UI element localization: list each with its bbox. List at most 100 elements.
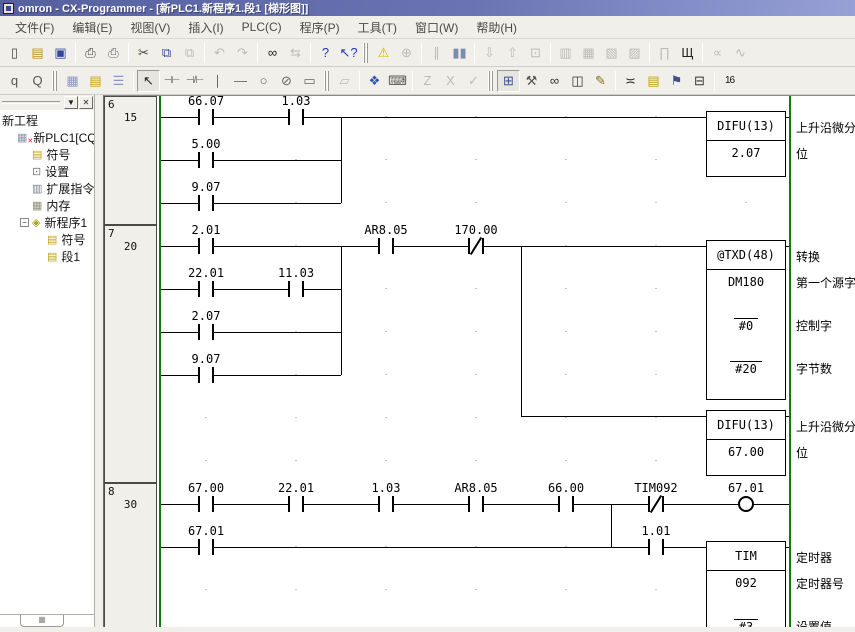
menu-item-7[interactable]: 窗口(W) [406, 16, 467, 39]
menu-item-0[interactable]: 文件(F) [6, 16, 63, 39]
contact-normally-open[interactable] [198, 238, 214, 254]
help-button[interactable]: ? [314, 42, 337, 64]
contact-normally-open[interactable] [378, 238, 394, 254]
open-button[interactable]: ▤ [26, 42, 49, 64]
tree-item-新程序1-6[interactable]: −◈新程序1 [0, 214, 94, 231]
instruction-operand[interactable]: #3 [707, 619, 785, 627]
cross-reference-report-button[interactable]: ◫ [566, 70, 589, 92]
contact-normally-open[interactable] [558, 496, 574, 512]
contact-normally-open[interactable] [288, 281, 304, 297]
save-button[interactable]: ▣ [49, 42, 72, 64]
instruction-operand[interactable]: #0 [707, 318, 785, 333]
instruction-operand[interactable]: 092 [707, 576, 785, 590]
instruction-box-TIM[interactable]: TIM092#3 [706, 541, 786, 627]
tree-expander-icon[interactable]: − [20, 218, 29, 227]
rung-margin-8[interactable]: 830 [104, 483, 157, 627]
instruction-operand[interactable]: #20 [707, 361, 785, 376]
workspace-close-button[interactable]: ✕ [79, 96, 93, 109]
contact-normally-open[interactable] [198, 496, 214, 512]
rung-margin-6[interactable]: 615 [104, 96, 157, 225]
contact-normally-closed[interactable] [468, 238, 484, 254]
contact-open-button[interactable]: ⊣⊢ [160, 70, 183, 92]
instruction-box-button[interactable]: ▭ [298, 70, 321, 92]
nc-slash [650, 495, 662, 513]
workspace-dropdown-button[interactable]: ▼ [64, 96, 78, 109]
properties-window-button[interactable]: ✎ [589, 70, 612, 92]
rung-annotation-list-button[interactable]: ☰ [107, 70, 130, 92]
menu-item-3[interactable]: 插入(I) [179, 16, 232, 39]
watch-window-button[interactable]: ∞ [543, 70, 566, 92]
find-button[interactable]: ∞ [261, 42, 284, 64]
ladder-wire [159, 203, 341, 204]
time-chart-monitor-button[interactable]: Щ [676, 42, 699, 64]
print-button[interactable]: ⎙ [79, 42, 102, 64]
new-button[interactable]: ▯ [3, 42, 26, 64]
zoom-in-button[interactable]: Q [26, 70, 49, 92]
contact-normally-open[interactable] [198, 109, 214, 125]
contact-normally-closed[interactable] [648, 496, 664, 512]
contact-normally-open[interactable] [198, 195, 214, 211]
instruction-operand[interactable]: 2.07 [707, 146, 785, 160]
operand-label: 2.07 [170, 309, 242, 323]
tree-item-符号-2[interactable]: ▤符号 [0, 146, 94, 163]
contact-normally-open[interactable] [648, 539, 664, 555]
grid-toggle-button[interactable]: ▦ [61, 70, 84, 92]
contact-normally-open[interactable] [288, 496, 304, 512]
toolbar-handle [363, 43, 369, 63]
tree-item-新PLC1[CQM1]-1[interactable]: ▦✕新PLC1[CQM1] [0, 129, 94, 146]
zoom-out-button[interactable]: q [3, 70, 26, 92]
cut-button[interactable]: ✂ [132, 42, 155, 64]
contact-closed-button[interactable]: ⊣/⊢ [183, 70, 206, 92]
differential-monitor-button[interactable]: ≍ [619, 70, 642, 92]
tree-item-符号-7[interactable]: ▤符号 [0, 231, 94, 248]
io-comment-view-button[interactable]: ⊟ [688, 70, 711, 92]
horizontal-line-button[interactable]: — [229, 70, 252, 92]
instruction-operand[interactable]: DM180 [707, 275, 785, 289]
tree-item-设置-3[interactable]: ⊡设置 [0, 163, 94, 180]
instruction-box-DIFU13[interactable]: DIFU(13)67.00 [706, 410, 786, 476]
select-tool-button[interactable]: ↖ [137, 70, 160, 92]
print-preview-button[interactable]: ⎙ [102, 42, 125, 64]
output-window-button[interactable]: ⚒ [520, 70, 543, 92]
vertical-line-button[interactable]: ∣ [206, 70, 229, 92]
instruction-box-DIFU13[interactable]: DIFU(13)2.07 [706, 111, 786, 177]
copy-button[interactable]: ⧉ [155, 42, 178, 64]
tree-item-扩展指令-4[interactable]: ▥扩展指令 [0, 180, 94, 197]
hex-monitor-button[interactable]: 16 [718, 70, 741, 92]
tree-item-段1-8[interactable]: ▤段1 [0, 248, 94, 265]
instruction-box-TXD48[interactable]: @TXD(48)DM180#0#20 [706, 240, 786, 400]
tree-item-新工程-0[interactable]: 新工程 [0, 112, 94, 129]
keyboard-mapping-button[interactable]: ⌨ [386, 70, 409, 92]
instruction-operand[interactable]: 67.00 [707, 445, 785, 459]
contact-normally-open[interactable] [198, 539, 214, 555]
menu-item-5[interactable]: 程序(P) [291, 16, 349, 39]
force-flag-button[interactable]: ⚑ [665, 70, 688, 92]
rung-margin-7[interactable]: 720 [104, 225, 157, 483]
contact-normally-open[interactable] [198, 367, 214, 383]
menu-item-6[interactable]: 工具(T) [349, 16, 406, 39]
output-coil[interactable] [738, 496, 754, 512]
toggle-project-workspace-button[interactable]: ⊞ [497, 70, 520, 92]
contact-normally-open[interactable] [198, 152, 214, 168]
menu-item-1[interactable]: 编辑(E) [63, 16, 121, 39]
menu-item-2[interactable]: 视图(V) [121, 16, 179, 39]
menu-item-4[interactable]: PLC(C) [233, 17, 291, 37]
contact-normally-open[interactable] [198, 324, 214, 340]
coil-open-button[interactable]: ○ [252, 70, 275, 92]
workspace-grip[interactable] [2, 101, 60, 104]
contact-bar [212, 195, 214, 211]
view-mnemonics-button[interactable]: ❖ [363, 70, 386, 92]
compile-button[interactable]: ⚠ [372, 42, 395, 64]
contact-normally-open[interactable] [288, 109, 304, 125]
comment-box-button[interactable]: ▤ [84, 70, 107, 92]
contact-normally-open[interactable] [468, 496, 484, 512]
project-tab[interactable]: ▦ [20, 615, 64, 627]
coil-closed-button[interactable]: ⊘ [275, 70, 298, 92]
contact-normally-open[interactable] [378, 496, 394, 512]
menu-item-8[interactable]: 帮助(H) [467, 16, 526, 39]
contact-normally-open[interactable] [198, 281, 214, 297]
ladder-editor[interactable]: 61566.071.035.009.07DIFU(13)2.07上升沿微分位72… [103, 95, 855, 627]
context-help-button[interactable]: ↖? [337, 42, 360, 64]
tree-item-内存-5[interactable]: ▦内存 [0, 197, 94, 214]
data-trace-button[interactable]: ▤ [642, 70, 665, 92]
